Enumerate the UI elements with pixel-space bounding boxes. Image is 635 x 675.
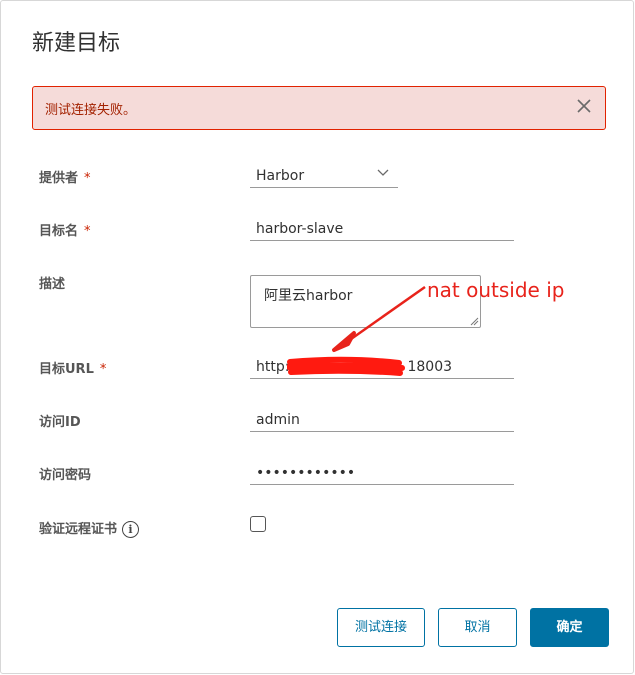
- access-id-input[interactable]: admin: [250, 406, 514, 432]
- provider-label: 提供者 *: [39, 171, 91, 186]
- cancel-button[interactable]: 取消: [438, 608, 517, 647]
- chevron-down-icon: [377, 169, 389, 176]
- target-url-label: 目标URL *: [39, 362, 107, 377]
- redaction-scribble: [287, 356, 405, 376]
- ok-button[interactable]: 确定: [530, 608, 609, 647]
- verify-cert-checkbox[interactable]: [250, 516, 266, 532]
- close-icon[interactable]: [573, 95, 595, 117]
- provider-select[interactable]: Harbor: [250, 162, 398, 188]
- provider-value: Harbor: [256, 168, 305, 184]
- target-name-input[interactable]: harbor-slave: [250, 215, 514, 241]
- access-secret-input[interactable]: ••••••••••••: [250, 459, 514, 485]
- access-secret-label: 访问密码: [39, 468, 92, 483]
- new-target-dialog: 新建目标 测试连接失败。 提供者 * Harbor 目标名 * harbor-sla…: [0, 0, 634, 674]
- error-alert: 测试连接失败。: [32, 86, 606, 130]
- info-icon[interactable]: i: [122, 521, 140, 538]
- target-name-label: 目标名 *: [39, 224, 91, 239]
- resize-grip-icon[interactable]: [469, 316, 479, 326]
- verify-cert-label: 验证远程证书 i: [39, 518, 140, 538]
- test-connection-button[interactable]: 测试连接: [337, 608, 425, 647]
- annotation-text: nat outside ip: [427, 278, 565, 302]
- dialog-title: 新建目标: [32, 31, 121, 56]
- access-id-label: 访问ID: [39, 415, 81, 430]
- alert-message: 测试连接失败。: [45, 103, 137, 118]
- annotation-arrow: [332, 285, 426, 352]
- description-label: 描述: [39, 277, 66, 292]
